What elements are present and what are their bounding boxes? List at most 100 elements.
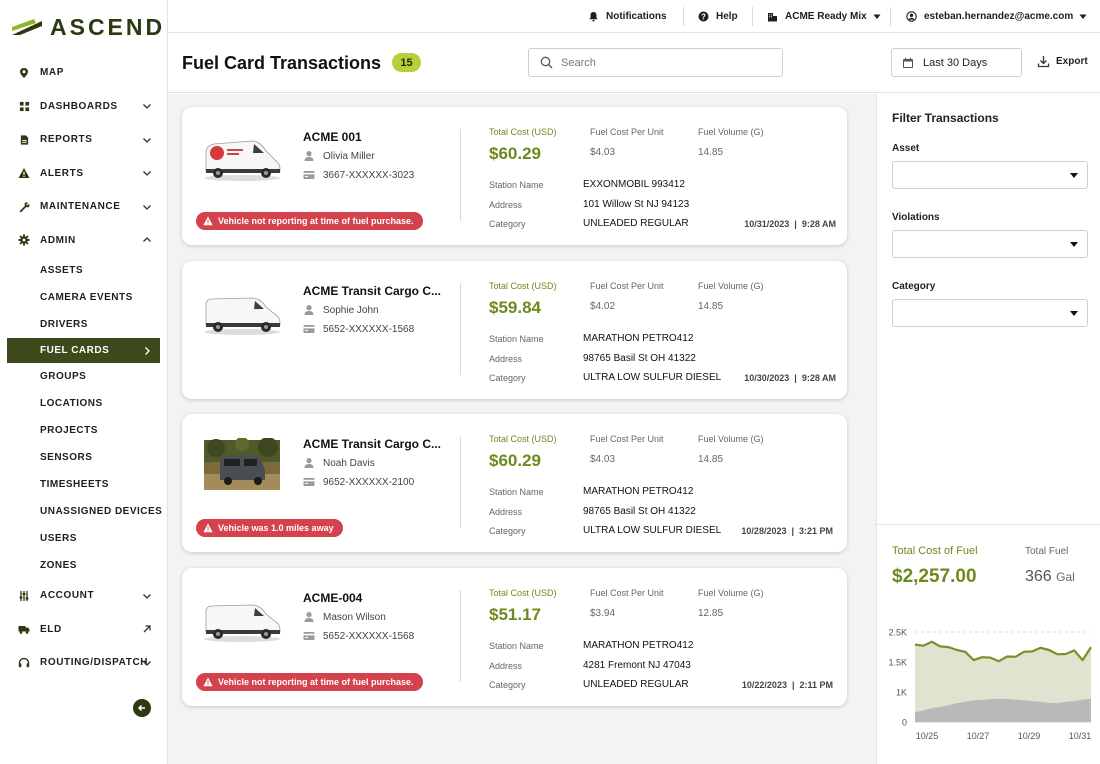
chevron-down-icon [143, 171, 151, 177]
card-number: 3667-XXXXXX-3023 [323, 169, 415, 181]
alert-badge[interactable]: Vehicle not reporting at time of fuel pu… [196, 673, 423, 691]
driver: Sophie John [303, 304, 379, 316]
credit-card-icon [303, 478, 315, 486]
search-box[interactable] [528, 48, 783, 77]
help-circle-icon: ? [698, 11, 709, 22]
help-label: Help [716, 11, 738, 22]
driver-name: Olivia Miller [323, 150, 375, 162]
sidebar-subitem-camera-events[interactable]: CAMERA EVENTS [0, 284, 168, 311]
caret-down-icon [873, 14, 881, 19]
warning-icon [203, 677, 213, 687]
station-label: Station Name [489, 487, 544, 497]
asset-filter-select[interactable] [892, 161, 1088, 189]
station-value: EXXONMOBIL 993412 [583, 179, 685, 190]
fuel-volume-value: 14.85 [698, 454, 724, 465]
topbar-divider [890, 7, 891, 26]
sidebar-item-alerts[interactable]: ALERTS [0, 157, 168, 191]
driver: Noah Davis [303, 457, 375, 469]
user-menu[interactable]: esteban.hernandez@acme.com [906, 0, 1087, 33]
sidebar-subitem-projects[interactable]: PROJECTS [0, 417, 168, 444]
sidebar-subitem-groups[interactable]: GROUPS [0, 363, 168, 390]
category-label: Category [489, 219, 526, 229]
user-circle-icon [906, 11, 917, 22]
date-range-picker[interactable]: Last 30 Days [891, 48, 1022, 77]
sidebar-subitem-sensors[interactable]: SENSORS [0, 444, 168, 471]
fuel-volume-label: Fuel Volume (G) [698, 588, 764, 598]
cost-per-unit-label: Fuel Cost Per Unit [590, 281, 664, 291]
search-input[interactable] [561, 56, 761, 69]
sidebar-subitem-assets[interactable]: ASSETS [0, 257, 168, 284]
sidebar-subitem-users[interactable]: USERS [0, 525, 168, 552]
sidebar-item-label: ROUTING/DISPATCH [40, 657, 149, 669]
sidebar-subitem-timesheets[interactable]: TIMESHEETS [0, 471, 168, 498]
fuel-card-number: 5652-XXXXXX-1568 [303, 630, 414, 642]
asset-filter-label: Asset [892, 143, 920, 154]
card-divider [460, 590, 461, 682]
fuel-card-number: 3667-XXXXXX-3023 [303, 169, 414, 181]
chevron-down-icon [143, 137, 151, 143]
asset-name: ACME-004 [303, 591, 363, 605]
total-cost-of-fuel-value: $2,257.00 [892, 566, 977, 587]
map-pin-icon [18, 67, 30, 79]
total-cost-value: $60.29 [489, 451, 541, 470]
chevron-down-icon [143, 660, 151, 666]
address-label: Address [489, 354, 523, 364]
brand-logo[interactable]: ASCEND [12, 14, 165, 40]
address-value: 4281 Fremont NJ 47043 [583, 660, 691, 671]
page-title: Fuel Card Transactions [182, 53, 382, 73]
cost-per-unit-value: $3.94 [590, 608, 616, 619]
panel-divider [877, 524, 1100, 525]
fuel-volume-value: 14.85 [698, 301, 724, 312]
alert-badge[interactable]: Vehicle not reporting at time of fuel pu… [196, 212, 423, 230]
transaction-card[interactable]: ACME 001 Olivia Miller 3667-XXXXXX-3023 … [182, 107, 847, 245]
sidebar-item-map[interactable]: MAP [0, 56, 168, 90]
caret-down-icon [1070, 311, 1078, 316]
company-selector[interactable]: ACME Ready Mix [767, 0, 881, 33]
warning-icon [203, 216, 213, 226]
sidebar-nav: MAP DASHBOARDS REPORTS ALERTS MAINTENANC… [0, 56, 168, 680]
address-value: 98765 Basil St OH 41322 [583, 506, 696, 517]
y-tick-label: 1.5K [888, 658, 907, 668]
export-button[interactable]: Export [1037, 55, 1088, 68]
transaction-card[interactable]: ACME-004 Mason Wilson 5652-XXXXXX-1568 T… [182, 568, 847, 706]
notifications-label: Notifications [606, 11, 667, 22]
sidebar-subitem-unassigned-devices[interactable]: UNASSIGNED DEVICES [0, 498, 168, 525]
calendar-icon [903, 57, 913, 68]
x-tick-label: 10/25 [916, 731, 939, 741]
transaction-timestamp: 10/28/2023 | 3:21 PM [741, 526, 833, 536]
collapse-sidebar-button[interactable] [133, 699, 151, 717]
sidebar-subitem-locations[interactable]: LOCATIONS [0, 390, 168, 417]
y-tick-label: 1K [896, 688, 907, 698]
sidebar-item-label: MAP [40, 67, 65, 79]
sidebar-item-reports[interactable]: REPORTS [0, 123, 168, 157]
sidebar-item-admin[interactable]: ADMIN [0, 224, 168, 258]
sidebar-subitem-fuel-cards[interactable]: FUEL CARDS [7, 338, 160, 363]
sidebar-item-dashboards[interactable]: DASHBOARDS [0, 90, 168, 124]
sidebar-subitem-zones[interactable]: ZONES [0, 552, 168, 579]
sidebar-item-eld[interactable]: ELD [0, 613, 168, 647]
cost-per-unit-value: $4.03 [590, 454, 616, 465]
sidebar-item-account[interactable]: ACCOUNT [0, 579, 168, 613]
person-icon [304, 612, 314, 622]
alert-text: Vehicle not reporting at time of fuel pu… [218, 216, 414, 226]
sidebar-subitem-drivers[interactable]: DRIVERS [0, 311, 168, 338]
category-filter-select[interactable] [892, 299, 1088, 327]
credit-card-icon [303, 171, 315, 179]
chevron-up-icon [143, 237, 151, 243]
external-arrow-icon [143, 625, 151, 633]
sidebar-item-label: ADMIN [40, 234, 76, 246]
driver: Olivia Miller [303, 150, 375, 162]
station-value: MARATHON PETRO412 [583, 640, 694, 651]
cost-per-unit-value: $4.03 [590, 147, 616, 158]
notifications-button[interactable]: Notifications [588, 0, 667, 33]
violations-filter-select[interactable] [892, 230, 1088, 258]
help-button[interactable]: ? Help [698, 0, 738, 33]
address-label: Address [489, 200, 523, 210]
sidebar-item-routing-dispatch[interactable]: ROUTING/DISPATCH [0, 646, 168, 680]
transaction-card[interactable]: ACME Transit Cargo C... Noah Davis 9652-… [182, 414, 847, 552]
transaction-card[interactable]: ACME Transit Cargo C... Sophie John 5652… [182, 261, 847, 399]
bell-icon [588, 11, 599, 22]
alert-badge[interactable]: Vehicle was 1.0 miles away [196, 519, 343, 537]
sidebar-item-maintenance[interactable]: MAINTENANCE [0, 190, 168, 224]
driver-name: Noah Davis [323, 457, 375, 469]
